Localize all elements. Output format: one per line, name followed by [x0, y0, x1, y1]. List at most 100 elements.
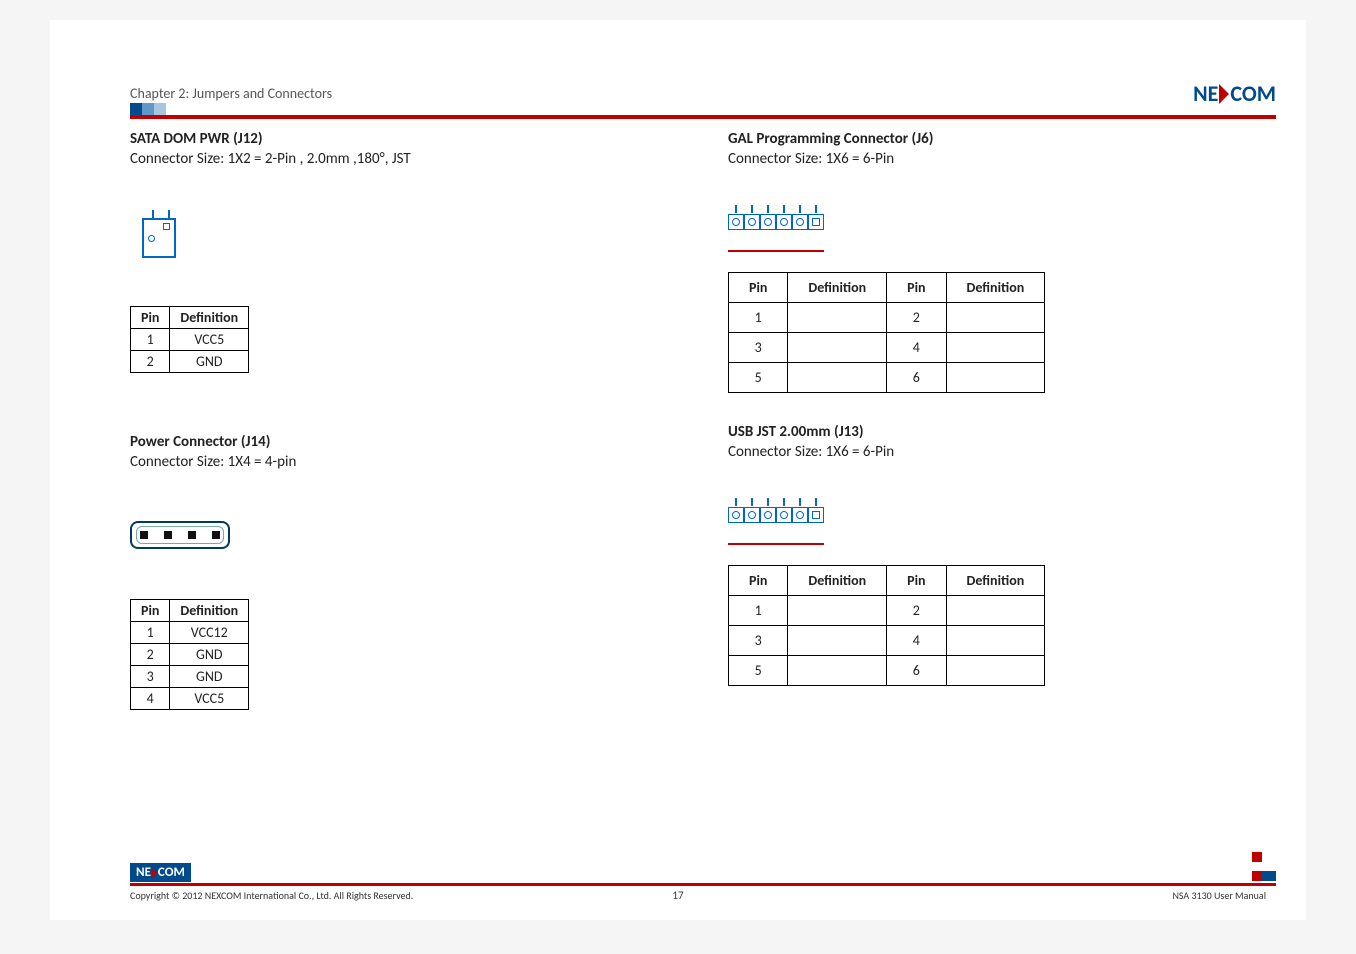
section-title: USB JST 2.00mm (J13)	[728, 423, 1266, 441]
section-title: GAL Programming Connector (J6)	[728, 130, 1266, 148]
table-header-pin: Pin	[729, 566, 788, 596]
table-header-def: Definition	[788, 273, 887, 303]
table-row: 4 VCC5	[131, 688, 249, 710]
table-row: 1 VCC5	[131, 329, 249, 351]
cell-pin: 4	[131, 688, 170, 710]
footer-logo: NE COM	[130, 863, 191, 882]
table-row: 1 VCC12	[131, 622, 249, 644]
diagram-pin	[776, 214, 792, 230]
header-row: Chapter 2: Jumpers and Connectors NE COM	[130, 80, 1276, 107]
table-row: 5 6	[729, 656, 1045, 686]
cell-def: GND	[170, 666, 249, 688]
table-header-def: Definition	[170, 600, 249, 622]
pin-table-j6: Pin Definition Pin Definition 1 2 3 4	[728, 272, 1045, 393]
logo-arrow-icon	[1219, 84, 1229, 104]
section-title: Power Connector (J14)	[130, 433, 668, 451]
connector-diagram-6pin	[728, 501, 824, 545]
diagram-tick	[152, 210, 154, 218]
cell-pin: 5	[729, 363, 788, 393]
section-subtitle: Connector Size: 1X4 = 4-pin	[130, 453, 668, 471]
cell-pin: 5	[729, 656, 788, 686]
cell-def	[788, 656, 887, 686]
cell-def	[946, 596, 1045, 626]
diagram-underline	[728, 250, 824, 252]
cell-pin: 6	[887, 363, 946, 393]
cell-pin: 6	[887, 656, 946, 686]
cell-def	[788, 303, 887, 333]
connector-diagram-6pin	[728, 208, 824, 252]
left-column: SATA DOM PWR (J12) Connector Size: 1X2 =…	[130, 130, 668, 740]
cell-pin: 3	[729, 333, 788, 363]
table-row: 2 GND	[131, 351, 249, 373]
table-header-def: Definition	[946, 566, 1045, 596]
cell-def: VCC5	[170, 688, 249, 710]
header-decor-squares	[130, 103, 166, 115]
diagram-tick	[168, 210, 170, 218]
table-row: 2 GND	[131, 644, 249, 666]
flag-red	[1252, 871, 1262, 881]
diagram-pin	[164, 531, 172, 539]
cell-def	[788, 333, 887, 363]
cell-pin: 3	[131, 666, 170, 688]
table-row: 5 6	[729, 363, 1045, 393]
section-subtitle: Connector Size: 1X6 = 6-Pin	[728, 443, 1266, 461]
cell-def	[946, 303, 1045, 333]
cell-def	[788, 363, 887, 393]
cell-def	[946, 333, 1045, 363]
connector-row	[728, 214, 824, 230]
cell-pin: 2	[887, 596, 946, 626]
table-row: 1 2	[729, 596, 1045, 626]
decor-square	[130, 103, 142, 115]
section-title: SATA DOM PWR (J12)	[130, 130, 668, 148]
cell-pin: 1	[131, 622, 170, 644]
pin-table-j12: Pin Definition 1 VCC5 2 GND	[130, 306, 249, 373]
table-row: 3 4	[729, 626, 1045, 656]
cell-def: VCC12	[170, 622, 249, 644]
table-header-pin: Pin	[729, 273, 788, 303]
cell-def	[788, 596, 887, 626]
diagram-pin	[792, 507, 808, 523]
table-row: 3 GND	[131, 666, 249, 688]
footer-page-number: 17	[672, 889, 683, 902]
footer-manual-name: NSA 3130 User Manual	[1172, 889, 1266, 902]
diagram-pin	[744, 507, 760, 523]
pin-table-j13: Pin Definition Pin Definition 1 2 3 4	[728, 565, 1045, 686]
diagram-underline	[728, 543, 824, 545]
header-divider	[130, 115, 1276, 119]
connector-diagram-4pin	[130, 521, 230, 549]
footer-copyright: Copyright © 2012 NEXCOM International Co…	[130, 889, 413, 902]
diagram-pin	[792, 214, 808, 230]
footer-logo-ne: NE	[136, 865, 151, 880]
document-page: Chapter 2: Jumpers and Connectors NE COM…	[50, 20, 1306, 920]
cell-pin: 1	[729, 596, 788, 626]
diagram-pin	[212, 531, 220, 539]
footer-logo-com: COM	[158, 865, 185, 880]
brand-logo: NE COM	[1193, 80, 1276, 107]
right-column: GAL Programming Connector (J6) Connector…	[728, 130, 1266, 740]
connector-row	[728, 507, 824, 523]
section-subtitle: Connector Size: 1X6 = 6-Pin	[728, 150, 1266, 168]
table-header-pin: Pin	[887, 273, 946, 303]
cell-def	[946, 363, 1045, 393]
diagram-pin	[808, 507, 824, 523]
footer-corner-flag	[1252, 848, 1276, 886]
diagram-pin	[776, 507, 792, 523]
diagram-pin	[159, 220, 174, 232]
cell-pin: 2	[131, 644, 170, 666]
logo-arrow-icon	[152, 868, 157, 878]
footer-divider	[130, 883, 1276, 886]
pin-table-j14: Pin Definition 1 VCC12 2 GND 3 GND 4 V	[130, 599, 249, 710]
logo-text-ne: NE	[1193, 80, 1218, 107]
cell-def	[946, 656, 1045, 686]
cell-pin: 4	[887, 626, 946, 656]
content-columns: SATA DOM PWR (J12) Connector Size: 1X2 =…	[130, 130, 1266, 740]
cell-def: GND	[170, 644, 249, 666]
diagram-pin	[744, 214, 760, 230]
cell-def: VCC5	[170, 329, 249, 351]
diagram-pin	[728, 507, 744, 523]
table-row: Pin Definition Pin Definition	[729, 273, 1045, 303]
cell-pin: 1	[729, 303, 788, 333]
table-header-def: Definition	[788, 566, 887, 596]
chapter-label: Chapter 2: Jumpers and Connectors	[130, 85, 332, 102]
table-header-def: Definition	[946, 273, 1045, 303]
